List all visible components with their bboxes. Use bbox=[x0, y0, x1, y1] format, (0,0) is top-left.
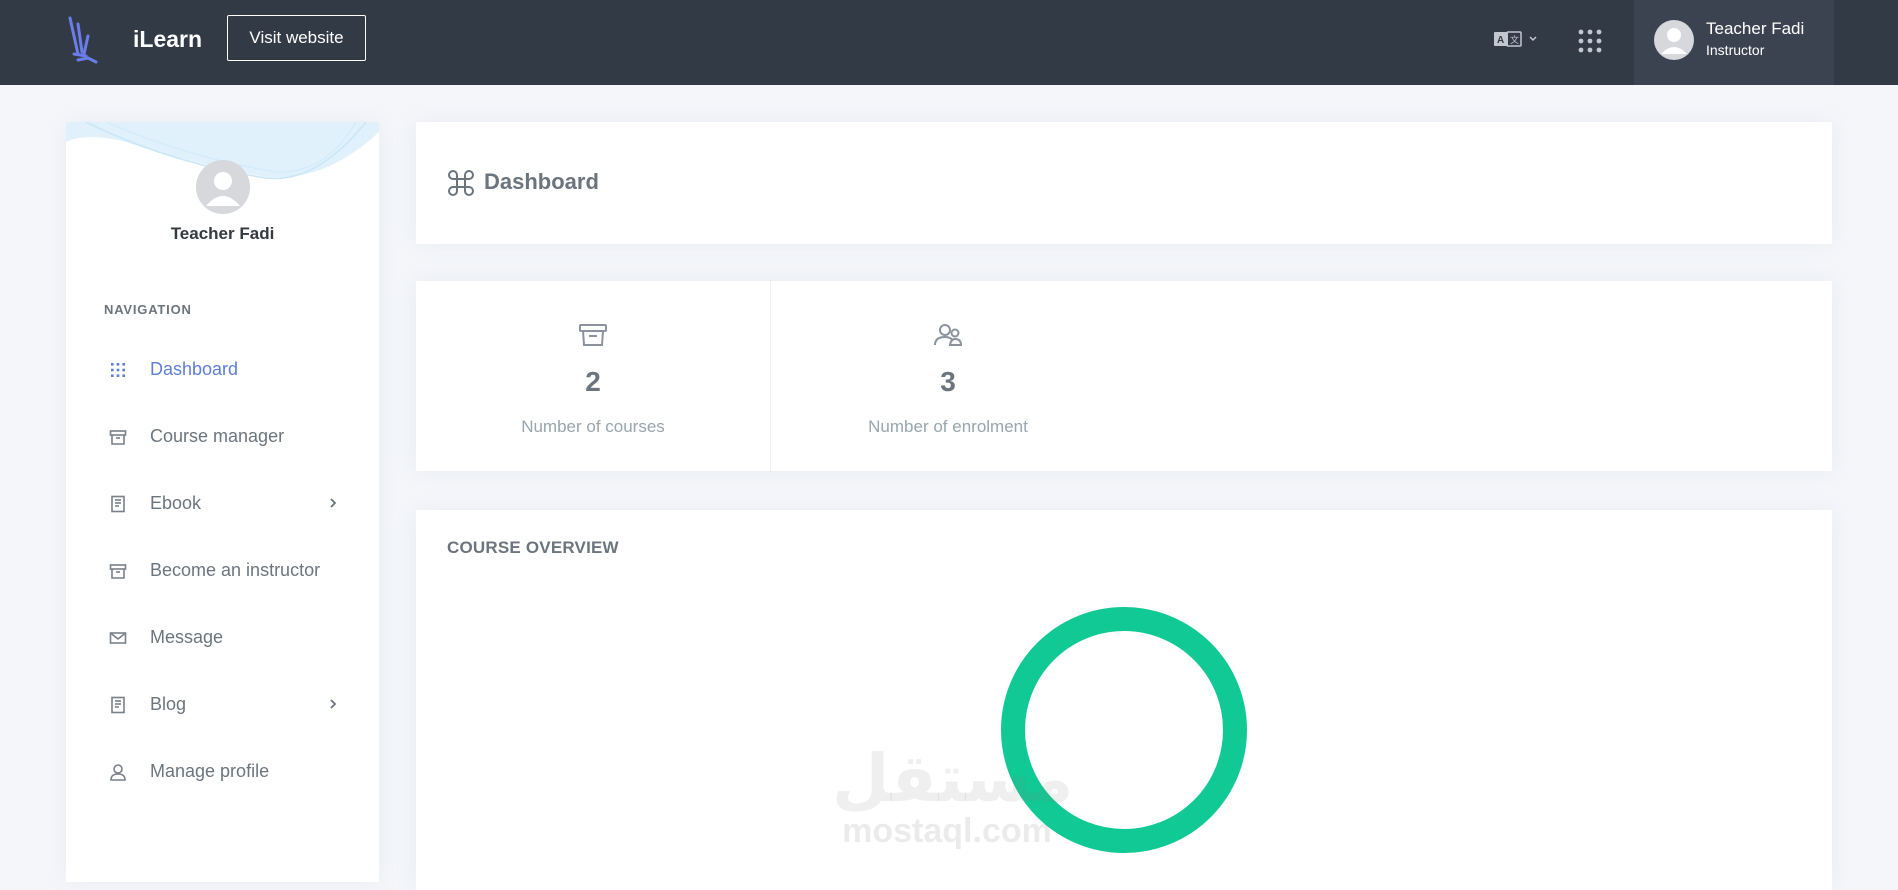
avatar bbox=[1654, 20, 1694, 60]
brand-name[interactable]: iLearn bbox=[133, 26, 202, 53]
stat-courses: 2 Number of courses bbox=[416, 281, 770, 471]
donut-slice[interactable] bbox=[1001, 607, 1247, 853]
chevron-right-icon bbox=[330, 699, 337, 709]
mail-icon bbox=[109, 632, 127, 644]
apps-grid-icon bbox=[1578, 29, 1602, 53]
chevron-right-icon bbox=[330, 498, 337, 508]
translate-icon: A 文 bbox=[1494, 31, 1537, 47]
sidebar-item-label: Manage profile bbox=[150, 761, 270, 781]
top-navbar: iLearn Visit website A 文 Teacher Fadi In… bbox=[0, 0, 1898, 85]
stat-value: 2 bbox=[585, 366, 601, 397]
sidebar-item-label: Dashboard bbox=[150, 359, 239, 379]
book-icon bbox=[111, 696, 125, 714]
command-icon bbox=[448, 170, 474, 196]
sidebar-item-ebook[interactable]: Ebook bbox=[104, 483, 344, 523]
sidebar-item-label: Course manager bbox=[150, 426, 285, 446]
archive-icon bbox=[579, 324, 607, 346]
sidebar-item-become-instructor[interactable]: Become an instructor bbox=[104, 550, 344, 590]
sidebar-avatar bbox=[196, 160, 250, 214]
book-icon bbox=[111, 495, 125, 513]
sidebar-item-blog[interactable]: Blog bbox=[104, 684, 344, 724]
stat-label: Number of courses bbox=[521, 417, 665, 436]
sidebar-user-name: Teacher Fadi bbox=[170, 224, 275, 243]
visit-website-button[interactable]: Visit website bbox=[227, 15, 366, 61]
user-name: Teacher Fadi bbox=[1706, 19, 1805, 38]
user-menu[interactable]: Teacher Fadi Instructor bbox=[1634, 0, 1834, 85]
archive-icon bbox=[109, 430, 127, 445]
language-switcher[interactable]: A 文 bbox=[1492, 28, 1544, 52]
apps-menu-button[interactable] bbox=[1577, 28, 1603, 54]
left-sidebar: Teacher Fadi NAVIGATION Dashboard Course… bbox=[66, 122, 379, 882]
sidebar-item-label: Become an instructor bbox=[150, 560, 321, 580]
course-overview-card: COURSE OVERVIEW bbox=[416, 510, 1832, 890]
archive-icon bbox=[109, 564, 127, 579]
user-icon bbox=[110, 764, 126, 781]
navigation-heading: NAVIGATION bbox=[104, 302, 192, 317]
sidebar-item-manage-profile[interactable]: Manage profile bbox=[104, 751, 344, 791]
user-role: Instructor bbox=[1706, 42, 1765, 58]
stat-label: Number of enrolment bbox=[868, 417, 1028, 436]
sidebar-item-dashboard[interactable]: Dashboard bbox=[104, 349, 344, 389]
sidebar-item-label: Message bbox=[150, 627, 224, 647]
sidebar-item-course-manager[interactable]: Course manager bbox=[104, 416, 344, 456]
page-title-card: Dashboard bbox=[416, 122, 1832, 244]
svg-text:A: A bbox=[1497, 35, 1504, 46]
ilearn-logo-icon[interactable] bbox=[64, 14, 110, 66]
stat-enrolment: 3 Number of enrolment bbox=[771, 281, 1125, 471]
sidebar-item-label: Blog bbox=[150, 694, 187, 714]
grid-icon bbox=[111, 363, 125, 377]
sidebar-item-label: Ebook bbox=[150, 493, 202, 513]
sidebar-item-message[interactable]: Message bbox=[104, 617, 344, 657]
svg-text:文: 文 bbox=[1510, 34, 1519, 45]
stat-value: 3 bbox=[940, 366, 956, 397]
page-title: Dashboard bbox=[484, 169, 599, 194]
course-overview-chart bbox=[1001, 607, 1247, 853]
users-icon bbox=[934, 324, 963, 346]
stats-card: 2 Number of courses 3 Number of enrolmen… bbox=[416, 281, 1832, 471]
